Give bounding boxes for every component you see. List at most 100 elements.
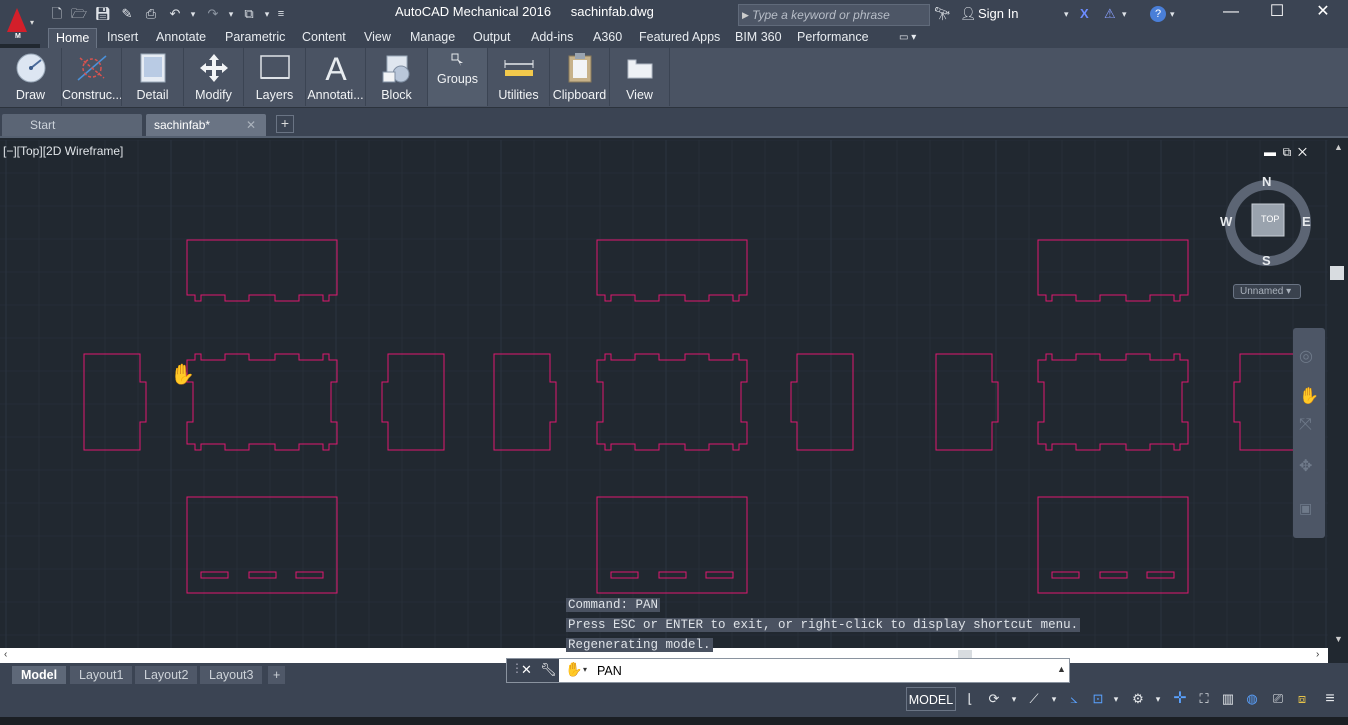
scroll-left-icon[interactable]: ‹ bbox=[4, 649, 7, 660]
side-panel-part[interactable] bbox=[1233, 353, 1297, 451]
hardware-acceleration-icon[interactable]: ⎚ bbox=[1268, 689, 1288, 709]
close-tab-icon[interactable]: ✕ bbox=[246, 114, 256, 136]
drawing-canvas[interactable] bbox=[0, 140, 1328, 648]
polar-tracking-icon[interactable]: ⟋ bbox=[1024, 689, 1044, 709]
viewcube[interactable]: TOP N S E W bbox=[1218, 173, 1318, 273]
ribbon-minimize-icon[interactable]: ▭ ▾ bbox=[892, 28, 923, 48]
recent-commands-dropdown-icon[interactable]: ▾ bbox=[583, 665, 587, 674]
search-input[interactable] bbox=[752, 7, 928, 23]
model-space-button[interactable]: MODEL bbox=[906, 687, 956, 711]
show-motion-icon[interactable]: ▣ bbox=[1299, 500, 1312, 517]
command-pan-icon[interactable]: ✋ bbox=[565, 661, 582, 678]
exchange-apps-icon[interactable]: X bbox=[1080, 5, 1089, 23]
viewcube-face-top[interactable]: TOP bbox=[1261, 214, 1279, 224]
middle-panel-part[interactable] bbox=[186, 353, 338, 451]
slot-cutout[interactable] bbox=[200, 571, 229, 579]
draw-panel-button[interactable]: Draw bbox=[0, 48, 62, 106]
modify-panel-button[interactable]: Modify bbox=[184, 48, 244, 106]
orbit-icon[interactable]: ✥ bbox=[1299, 456, 1312, 476]
quick-properties-icon[interactable]: ▥ bbox=[1218, 689, 1238, 709]
compass-west[interactable]: W bbox=[1220, 214, 1232, 229]
search-expand-icon[interactable]: ▶ bbox=[742, 10, 749, 21]
slot-cutout[interactable] bbox=[295, 571, 324, 579]
file-tab-start[interactable]: Start bbox=[2, 114, 142, 136]
bottom-panel-part[interactable] bbox=[596, 496, 748, 594]
help-dropdown-icon[interactable]: ▾ bbox=[1170, 5, 1175, 23]
side-panel-part[interactable] bbox=[790, 353, 854, 451]
layers-panel-button[interactable]: Layers bbox=[244, 48, 306, 106]
tab-annotate[interactable]: Annotate bbox=[149, 28, 213, 48]
command-history-toggle-icon[interactable]: ▲ bbox=[1057, 664, 1066, 674]
add-layout-button[interactable]: + bbox=[268, 666, 286, 684]
save-icon[interactable]: 💾︎ bbox=[94, 5, 112, 23]
slot-cutout[interactable] bbox=[1099, 571, 1128, 579]
view-panel-button[interactable]: View bbox=[610, 48, 670, 106]
object-snap-icon[interactable]: ⊡ bbox=[1088, 689, 1108, 709]
slot-cutout[interactable] bbox=[705, 571, 734, 579]
compass-south[interactable]: S bbox=[1262, 253, 1271, 268]
tab-parametric[interactable]: Parametric bbox=[218, 28, 292, 48]
utilities-panel-button[interactable]: Utilities bbox=[488, 48, 550, 106]
drawing-viewport[interactable]: [−][Top][2D Wireframe] ▬ ⧉ ✕ TOP N S E W… bbox=[0, 140, 1328, 648]
maximize-button[interactable]: ☐ bbox=[1254, 0, 1300, 28]
user-icon[interactable]: 👤︎ bbox=[960, 5, 977, 23]
a360-icon[interactable]: ⚠ bbox=[1104, 5, 1116, 23]
clean-screen-icon[interactable]: ⧈ bbox=[1292, 689, 1312, 709]
tab-content[interactable]: Content bbox=[295, 28, 353, 48]
object-snap-dropdown-icon[interactable]: ▾ bbox=[1106, 689, 1126, 709]
vertical-scrollbar[interactable]: ▲ ▼ bbox=[1328, 140, 1348, 648]
snap-dropdown-icon[interactable]: ▾ bbox=[1004, 689, 1024, 709]
vertical-scroll-thumb[interactable] bbox=[1330, 266, 1344, 280]
close-command-line-icon[interactable]: ✕ bbox=[521, 662, 532, 678]
units-icon[interactable]: ⛶ bbox=[1194, 689, 1214, 709]
customize-wrench-icon[interactable]: 🔧︎ bbox=[540, 662, 557, 678]
save-as-icon[interactable]: ✎ bbox=[118, 5, 136, 23]
isodraft-icon[interactable]: ⦣ bbox=[1064, 689, 1084, 709]
annotation-monitor-icon[interactable]: ✛ bbox=[1170, 689, 1190, 709]
undo-dropdown-icon[interactable]: ▾ bbox=[184, 5, 202, 23]
middle-panel-part[interactable] bbox=[596, 353, 748, 451]
groups-panel-button[interactable]: Groups bbox=[428, 48, 488, 106]
share-icon[interactable]: ⧉ bbox=[240, 5, 258, 23]
open-icon[interactable]: 🗁 bbox=[70, 5, 88, 23]
application-menu-button[interactable]: M ▾ bbox=[0, 0, 40, 44]
slot-cutout[interactable] bbox=[248, 571, 277, 579]
compass-east[interactable]: E bbox=[1302, 214, 1311, 229]
detail-panel-button[interactable]: Detail bbox=[122, 48, 184, 106]
help-icon[interactable]: ? bbox=[1150, 6, 1166, 22]
bottom-panel-part[interactable] bbox=[1037, 496, 1189, 594]
viewport-minimize-icon[interactable]: ▬ bbox=[1264, 145, 1276, 159]
workspace-dropdown-icon[interactable]: ▾ bbox=[1148, 689, 1168, 709]
steering-wheel-icon[interactable]: ◎ bbox=[1299, 346, 1313, 366]
undo-icon[interactable]: ↶ bbox=[166, 5, 184, 23]
ucs-dropdown[interactable]: Unnamed ▾ bbox=[1233, 284, 1301, 299]
customization-menu-icon[interactable]: ≡ bbox=[1320, 689, 1340, 709]
viewport-controls-label[interactable]: [−][Top][2D Wireframe] bbox=[3, 144, 123, 158]
layout-tab-layout2[interactable]: Layout2 bbox=[135, 666, 198, 684]
redo-dropdown-icon[interactable]: ▾ bbox=[222, 5, 240, 23]
layout-tab-layout3[interactable]: Layout3 bbox=[200, 666, 263, 684]
search-box[interactable]: ▶ bbox=[738, 4, 930, 26]
slot-cutout[interactable] bbox=[1051, 571, 1080, 579]
workspace-gear-icon[interactable]: ⚙ bbox=[1128, 689, 1148, 709]
quick-access-menu-icon[interactable]: ≡ bbox=[272, 5, 290, 23]
side-panel-part[interactable] bbox=[493, 353, 557, 451]
side-panel-part[interactable] bbox=[935, 353, 999, 451]
top-panel-part[interactable] bbox=[186, 239, 338, 302]
file-tab-sachinfab[interactable]: sachinfab* ✕ bbox=[146, 114, 266, 136]
new-icon[interactable]: 🗋 bbox=[48, 5, 66, 23]
block-panel-button[interactable]: Block bbox=[366, 48, 428, 106]
sign-in-button[interactable]: Sign In bbox=[978, 6, 1018, 21]
slot-cutout[interactable] bbox=[610, 571, 639, 579]
middle-panel-part[interactable] bbox=[1037, 353, 1189, 451]
bottom-panel-part[interactable] bbox=[186, 496, 338, 594]
grid-display-icon[interactable]: ⌊ bbox=[960, 689, 980, 709]
scroll-down-icon[interactable]: ▼ bbox=[1334, 634, 1343, 644]
construction-panel-button[interactable]: Construc... bbox=[62, 48, 122, 106]
clipboard-panel-button[interactable]: Clipboard bbox=[550, 48, 610, 106]
zoom-extents-icon[interactable]: ⤧ bbox=[1299, 416, 1312, 434]
scroll-right-icon[interactable]: › bbox=[1316, 649, 1319, 660]
annotation-panel-button[interactable]: A Annotati... bbox=[306, 48, 366, 106]
top-panel-part[interactable] bbox=[1037, 239, 1189, 302]
viewport-restore-icon[interactable]: ⧉ bbox=[1283, 145, 1292, 159]
